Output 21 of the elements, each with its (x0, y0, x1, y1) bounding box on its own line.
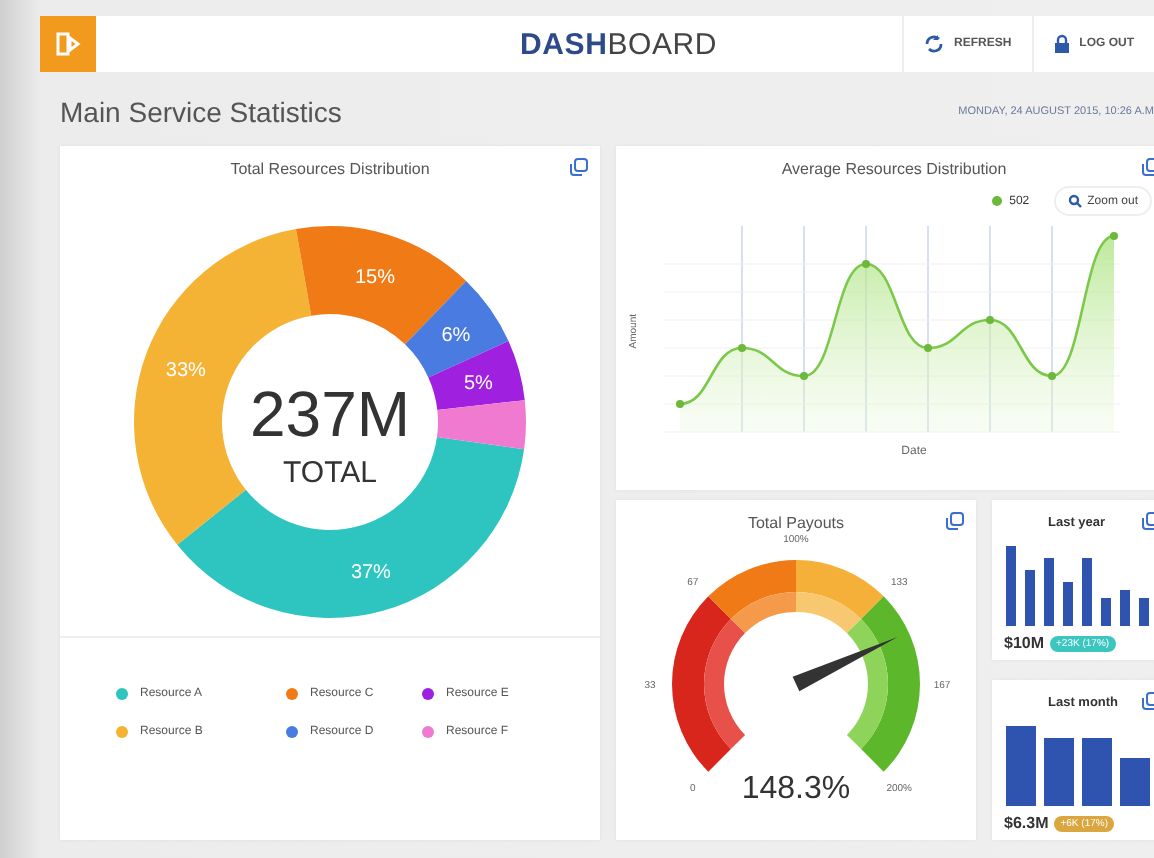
copy-icon[interactable] (946, 512, 964, 530)
refresh-icon (923, 34, 944, 54)
dashboard-title: DASHBOARD (520, 27, 718, 61)
card-title: Average Resources Distribution (781, 160, 1007, 178)
slice-label: 33% (165, 359, 206, 382)
total-label: TOTAL (283, 456, 377, 490)
series-dot (991, 196, 1002, 206)
slice-label: 37% (350, 562, 391, 585)
search-icon (1067, 194, 1082, 208)
page-title: Main Service Statistics (60, 96, 342, 128)
amount-text: $10M (1004, 634, 1045, 652)
slice-label: 6% (441, 325, 471, 348)
slice-label: 15% (355, 266, 396, 289)
copy-icon[interactable] (570, 158, 588, 176)
amount-text: $6.3M (1004, 814, 1049, 832)
gauge-reading: 148.3% (741, 772, 851, 806)
lock-icon (1053, 34, 1070, 54)
total-value: 237M (249, 378, 411, 450)
card-title: Total Resources Distribution (230, 160, 430, 178)
card-title: Total Payouts (747, 514, 845, 532)
slice-label: 5% (464, 373, 493, 396)
